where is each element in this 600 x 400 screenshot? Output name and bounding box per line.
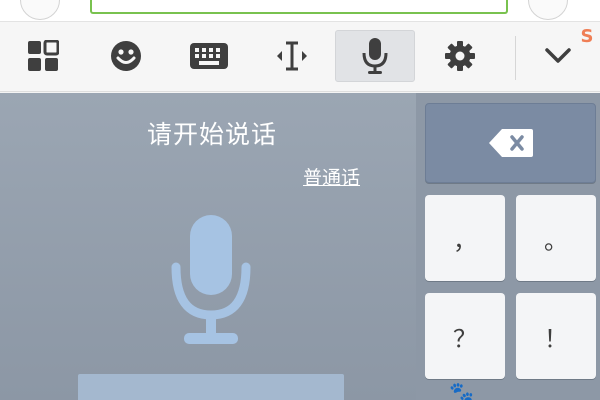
input-area [0,0,600,22]
exclamation-key[interactable]: ！ [516,293,596,379]
left-round-button[interactable] [20,0,60,20]
speak-prompt: 请开始说话 [146,120,277,149]
voice-input-panel: 请开始说话 普通话 [0,93,416,400]
keyboard-icon [190,43,228,69]
grid-menu-button[interactable] [3,30,83,82]
voice-action-button[interactable] [78,374,344,400]
emoji-button[interactable] [86,30,166,82]
question-mark-key[interactable]: ？ [425,293,505,379]
language-selector[interactable]: 普通话 [303,163,360,190]
large-microphone-icon [171,215,251,344]
punctuation-key-panel: ， 。 ？ ！ [416,93,600,400]
right-round-button[interactable] [528,0,568,20]
period-key[interactable]: 。 [516,195,596,281]
text-input-field[interactable] [90,0,508,14]
microphone-icon [362,38,388,74]
chevron-down-icon [545,48,571,63]
keyboard-button[interactable] [169,30,249,82]
comma-key[interactable]: ， [425,195,505,281]
gear-icon [445,41,475,71]
sogou-logo-icon: S [580,26,594,47]
delete-key[interactable] [425,103,596,183]
voice-input-button[interactable] [335,30,415,82]
toolbar-divider [515,36,516,80]
backspace-icon [488,129,533,157]
text-cursor-icon [277,41,307,71]
paw-watermark-icon: 🐾 [449,380,474,400]
emoji-icon [111,41,141,71]
cursor-move-button[interactable] [252,30,332,82]
keyboard-toolbar: S [0,22,600,92]
settings-button[interactable] [420,30,500,82]
grid-icon [28,40,59,71]
